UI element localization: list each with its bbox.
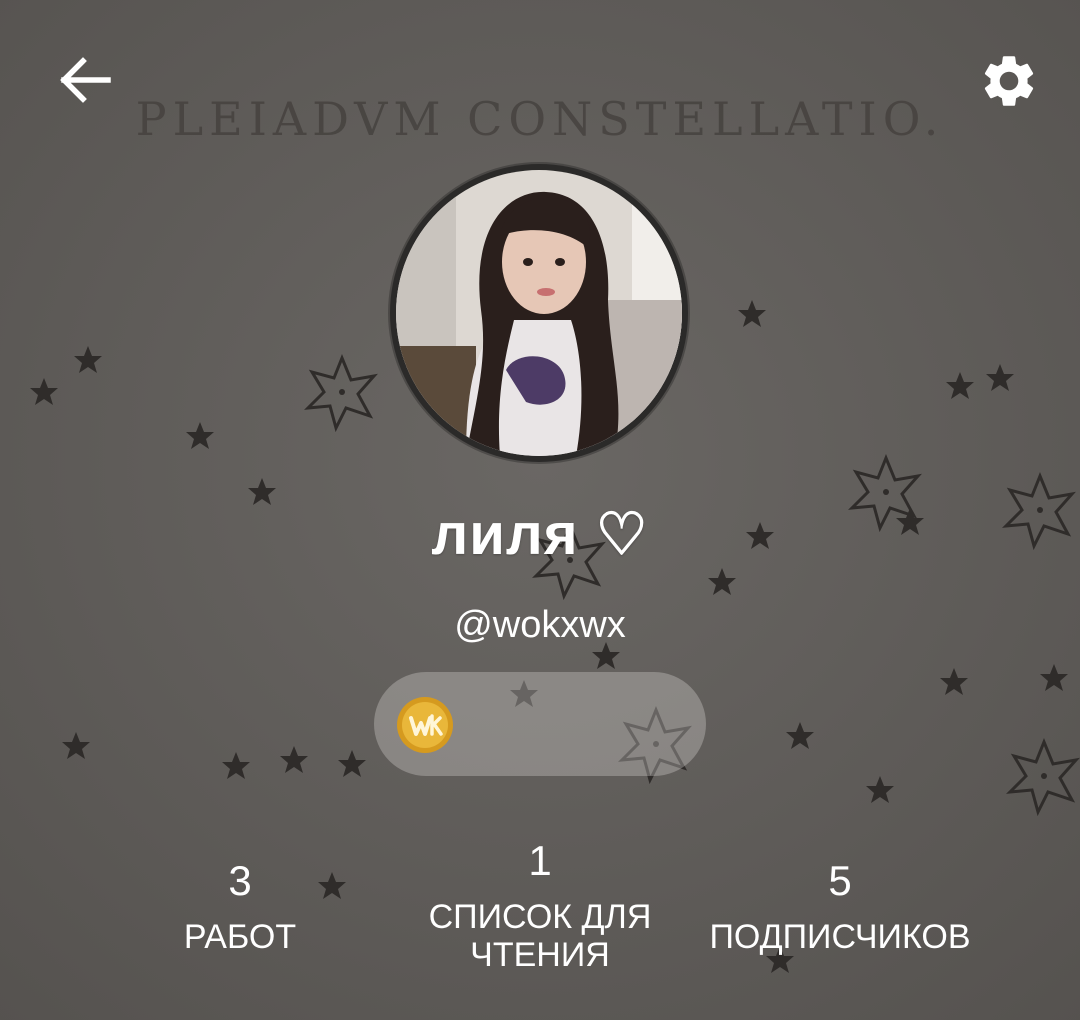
stat-reading-lists[interactable]: 1 СПИСОК ДЛЯ ЧТЕНИЯ (400, 837, 680, 975)
top-bar (0, 50, 1080, 110)
settings-button[interactable] (976, 48, 1042, 114)
back-button[interactable] (56, 54, 114, 106)
username: @wokxwx (454, 604, 626, 646)
coins-button[interactable] (374, 672, 706, 776)
stat-reading-lists-value: 1 (528, 837, 552, 884)
stat-works[interactable]: 3 РАБОТ (140, 857, 340, 957)
display-name: лиля ♡ (431, 502, 649, 567)
stat-works-value: 3 (228, 857, 252, 904)
avatar-frame (390, 164, 688, 462)
arrow-left-icon (60, 57, 111, 103)
gear-icon (984, 56, 1034, 106)
stat-followers-label: ПОДПИСЧИКОВ (709, 918, 971, 956)
stat-followers-value: 5 (828, 857, 852, 904)
stat-reading-lists-label: СПИСОК ДЛЯ ЧТЕНИЯ (428, 898, 652, 974)
stat-works-label: РАБОТ (183, 918, 297, 956)
avatar[interactable] (396, 170, 682, 456)
stat-followers[interactable]: 5 ПОДПИСЧИКОВ (690, 857, 990, 957)
wattpad-coin-icon (397, 697, 453, 753)
